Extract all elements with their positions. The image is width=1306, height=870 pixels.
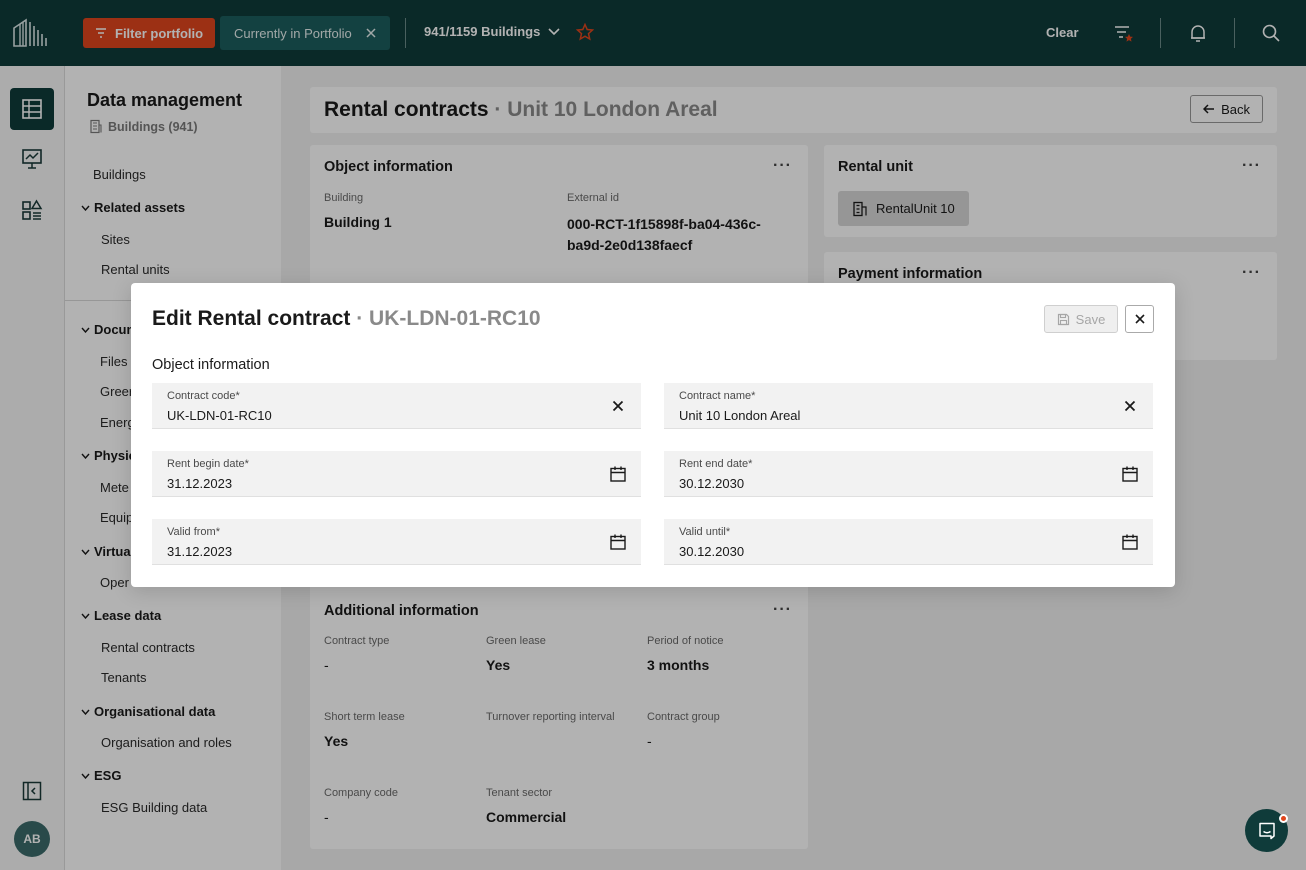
contract-name-value[interactable]: Unit 10 London Areal	[679, 408, 800, 423]
rent-begin-date-label: Rent begin date*	[167, 458, 249, 470]
valid-until-label: Valid until*	[679, 526, 731, 538]
rent-end-date-value[interactable]: 30.12.2030	[679, 476, 744, 491]
close-modal-button[interactable]	[1125, 305, 1154, 333]
valid-from-field[interactable]: Valid from* 31.12.2023	[152, 519, 641, 565]
calendar-icon[interactable]	[609, 465, 627, 483]
rent-end-date-field[interactable]: Rent end date* 30.12.2030	[664, 451, 1153, 497]
contract-name-label: Contract name*	[679, 390, 756, 402]
valid-from-value[interactable]: 31.12.2023	[167, 544, 232, 559]
edit-rental-contract-modal: Edit Rental contract · UK-LDN-01-RC10 Sa…	[131, 283, 1175, 587]
modal-title-separator: ·	[350, 307, 370, 330]
contract-name-field[interactable]: Contract name* Unit 10 London Areal	[664, 383, 1153, 429]
contract-code-field[interactable]: Contract code* UK-LDN-01-RC10	[152, 383, 641, 429]
calendar-icon[interactable]	[1121, 465, 1139, 483]
rent-begin-date-field[interactable]: Rent begin date* 31.12.2023	[152, 451, 641, 497]
save-button[interactable]: Save	[1044, 305, 1118, 333]
modal-title-code: UK-LDN-01-RC10	[369, 307, 541, 330]
contract-code-value[interactable]: UK-LDN-01-RC10	[167, 408, 272, 423]
rent-begin-date-value[interactable]: 31.12.2023	[167, 476, 232, 491]
chat-icon	[1258, 822, 1275, 839]
valid-until-value[interactable]: 30.12.2030	[679, 544, 744, 559]
chat-notification-badge	[1279, 814, 1288, 823]
valid-from-label: Valid from*	[167, 526, 220, 538]
clear-icon[interactable]	[609, 397, 627, 415]
close-icon	[1134, 314, 1145, 324]
clear-icon[interactable]	[1121, 397, 1139, 415]
calendar-icon[interactable]	[609, 533, 627, 551]
rent-end-date-label: Rent end date*	[679, 458, 753, 470]
modal-section-title: Object information	[152, 357, 270, 373]
contract-code-label: Contract code*	[167, 390, 240, 402]
modal-title-main: Edit Rental contract	[152, 307, 351, 330]
calendar-icon[interactable]	[1121, 533, 1139, 551]
modal-title: Edit Rental contract · UK-LDN-01-RC10	[152, 307, 541, 331]
floppy-disk-icon	[1057, 313, 1069, 325]
save-button-label: Save	[1075, 311, 1106, 327]
valid-until-field[interactable]: Valid until* 30.12.2030	[664, 519, 1153, 565]
